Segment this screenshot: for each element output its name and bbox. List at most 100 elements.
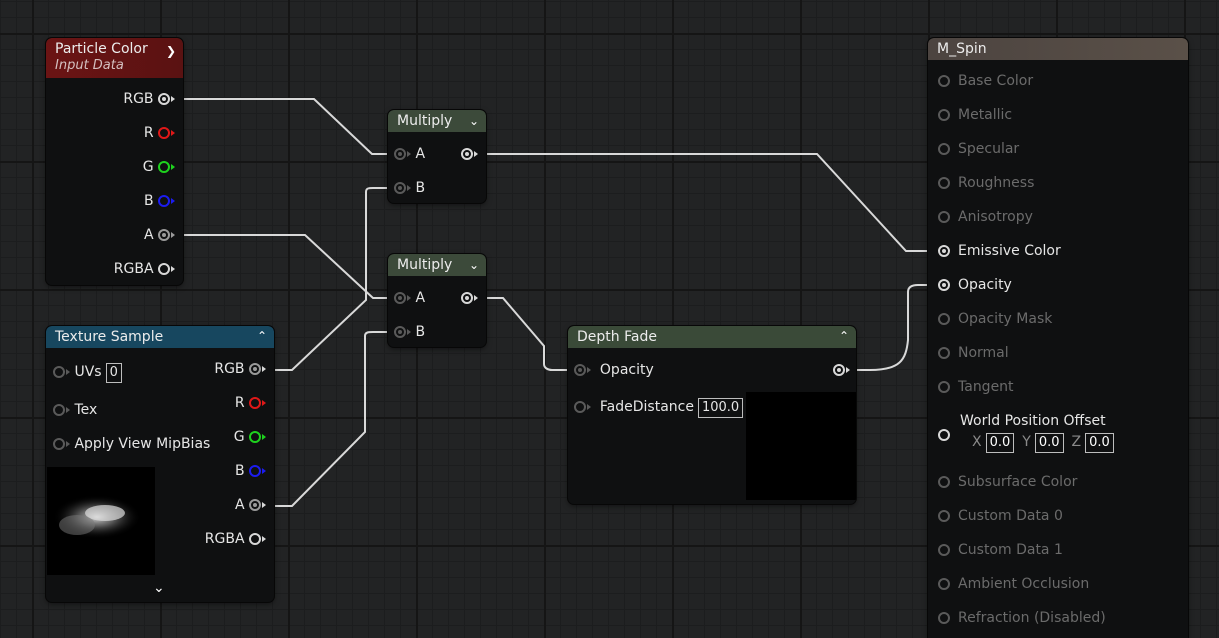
pin-icon[interactable] — [461, 292, 473, 304]
ts-out-a[interactable]: A — [235, 495, 266, 515]
mat-pin-subsurface-color[interactable]: Subsurface Color — [938, 472, 1077, 492]
pin-icon[interactable] — [833, 364, 845, 376]
wpo-x-field[interactable]: 0.0 — [985, 433, 1015, 453]
mat-pin-base-color[interactable]: Base Color — [938, 71, 1033, 91]
pc-out-b[interactable]: B — [144, 191, 175, 211]
chevron-down-icon[interactable]: ⌄ — [469, 110, 479, 132]
pin-icon[interactable] — [158, 229, 170, 241]
mat-pin-opacity[interactable]: Opacity — [938, 275, 1012, 295]
pin-icon[interactable] — [158, 263, 170, 275]
pin-icon[interactable] — [249, 465, 261, 477]
df-in-opacity[interactable]: Opacity — [574, 360, 654, 380]
pin-icon[interactable] — [53, 366, 65, 378]
uvs-value-field[interactable]: 0 — [105, 363, 122, 383]
mat-pin-custom-data-1[interactable]: Custom Data 1 — [938, 540, 1063, 560]
material-result-node[interactable]: M_Spin Base Color Metallic Specular Roug… — [928, 38, 1188, 638]
material-header[interactable]: M_Spin — [928, 38, 1188, 60]
df-in-fadedistance[interactable]: FadeDistance 100.0 — [574, 397, 744, 418]
mat-pin-metallic[interactable]: Metallic — [938, 105, 1012, 125]
pin-icon[interactable] — [249, 431, 261, 443]
mul2-out[interactable] — [461, 288, 478, 308]
pin-icon[interactable] — [53, 404, 65, 416]
multiply-node-2[interactable]: Multiply ⌄ A B — [388, 254, 486, 347]
chevron-down-icon[interactable]: ⌄ — [469, 254, 479, 276]
mul1-out[interactable] — [461, 144, 478, 164]
texture-sample-header[interactable]: Texture Sample ⌃ — [46, 326, 274, 348]
pin-icon[interactable] — [938, 612, 950, 624]
pin-icon[interactable] — [249, 499, 261, 511]
depth-fade-node[interactable]: Depth Fade ⌃ Opacity FadeDistance 100.0 — [568, 326, 856, 504]
mat-pin-normal[interactable]: Normal — [938, 343, 1009, 363]
multiply-2-header[interactable]: Multiply ⌄ — [388, 254, 486, 276]
mat-pin-opacity-mask[interactable]: Opacity Mask — [938, 309, 1052, 329]
df-out[interactable] — [833, 360, 850, 380]
chevron-up-icon[interactable]: ⌃ — [839, 326, 849, 347]
pin-icon[interactable] — [249, 363, 261, 375]
pin-icon[interactable] — [394, 148, 406, 160]
pin-icon[interactable] — [938, 510, 950, 522]
mat-pin-custom-data-0[interactable]: Custom Data 0 — [938, 506, 1063, 526]
particle-color-header[interactable]: Particle Color Input Data ❯ — [46, 38, 183, 78]
multiply-1-header[interactable]: Multiply ⌄ — [388, 110, 486, 132]
pin-icon[interactable] — [938, 578, 950, 590]
pin-icon[interactable] — [938, 75, 950, 87]
ts-out-r[interactable]: R — [235, 393, 266, 413]
pin-icon[interactable] — [938, 109, 950, 121]
pin-icon[interactable] — [394, 326, 406, 338]
mul1-in-a[interactable]: A — [394, 144, 425, 164]
ts-out-rgba[interactable]: RGBA — [205, 529, 266, 549]
ts-out-b[interactable]: B — [235, 461, 266, 481]
pin-icon[interactable] — [394, 292, 406, 304]
ts-in-uvs[interactable]: UVs 0 — [53, 362, 122, 383]
mat-pin-world-position-offset[interactable]: World Position Offset — [960, 411, 1106, 431]
pin-icon[interactable] — [158, 161, 170, 173]
pin-icon[interactable] — [938, 211, 950, 223]
mul2-in-a[interactable]: A — [394, 288, 425, 308]
texture-sample-node[interactable]: Texture Sample ⌃ UVs 0 Tex Apply View Mip… — [46, 326, 274, 602]
pin-icon[interactable] — [938, 313, 950, 325]
mat-pin-specular[interactable]: Specular — [938, 139, 1019, 159]
fade-distance-field[interactable]: 100.0 — [697, 398, 744, 418]
mat-pin-roughness[interactable]: Roughness — [938, 173, 1034, 193]
pin-icon[interactable] — [938, 381, 950, 393]
pin-icon[interactable] — [158, 93, 170, 105]
pin-icon[interactable] — [938, 279, 950, 291]
ts-in-tex[interactable]: Tex — [53, 400, 97, 420]
pin-icon[interactable] — [158, 127, 170, 139]
pin-icon[interactable] — [938, 177, 950, 189]
pin-icon[interactable] — [938, 544, 950, 556]
pin-icon[interactable] — [938, 476, 950, 488]
mat-pin-refraction[interactable]: Refraction (Disabled) — [938, 608, 1106, 628]
wpo-y-field[interactable]: 0.0 — [1034, 433, 1064, 453]
pc-out-rgb[interactable]: RGB — [123, 89, 175, 109]
chevron-up-icon[interactable]: ⌃ — [257, 326, 267, 347]
mat-pin-anisotropy[interactable]: Anisotropy — [938, 207, 1033, 227]
wpo-pin-icon[interactable] — [938, 429, 950, 441]
pin-icon[interactable] — [938, 245, 950, 257]
pc-out-rgba[interactable]: RGBA — [114, 259, 175, 279]
ts-in-mipbias[interactable]: Apply View MipBias — [53, 434, 210, 454]
pin-icon[interactable] — [574, 364, 586, 376]
pin-icon[interactable] — [574, 401, 586, 413]
pin-icon[interactable] — [938, 347, 950, 359]
wpo-z-field[interactable]: 0.0 — [1085, 433, 1114, 453]
pin-icon[interactable] — [53, 438, 65, 450]
pc-out-r[interactable]: R — [144, 123, 175, 143]
mat-pin-emissive-color[interactable]: Emissive Color — [938, 241, 1061, 261]
pc-out-a[interactable]: A — [144, 225, 175, 245]
chevron-down-icon[interactable]: ❯ — [166, 40, 176, 62]
pin-icon[interactable] — [249, 533, 261, 545]
depth-fade-header[interactable]: Depth Fade ⌃ — [568, 326, 856, 348]
mat-pin-ambient-occlusion[interactable]: Ambient Occlusion — [938, 574, 1089, 594]
pin-icon[interactable] — [249, 397, 261, 409]
pin-icon[interactable] — [394, 182, 406, 194]
pin-icon[interactable] — [461, 148, 473, 160]
particle-color-node[interactable]: Particle Color Input Data ❯ RGB R G B A … — [46, 38, 183, 285]
mul1-in-b[interactable]: B — [394, 178, 425, 198]
ts-out-g[interactable]: G — [234, 427, 266, 447]
ts-out-rgb[interactable]: RGB — [214, 359, 266, 379]
pin-icon[interactable] — [158, 195, 170, 207]
chevron-down-icon[interactable]: ⌄ — [153, 580, 165, 596]
mat-pin-tangent[interactable]: Tangent — [938, 377, 1014, 397]
pin-icon[interactable] — [938, 143, 950, 155]
